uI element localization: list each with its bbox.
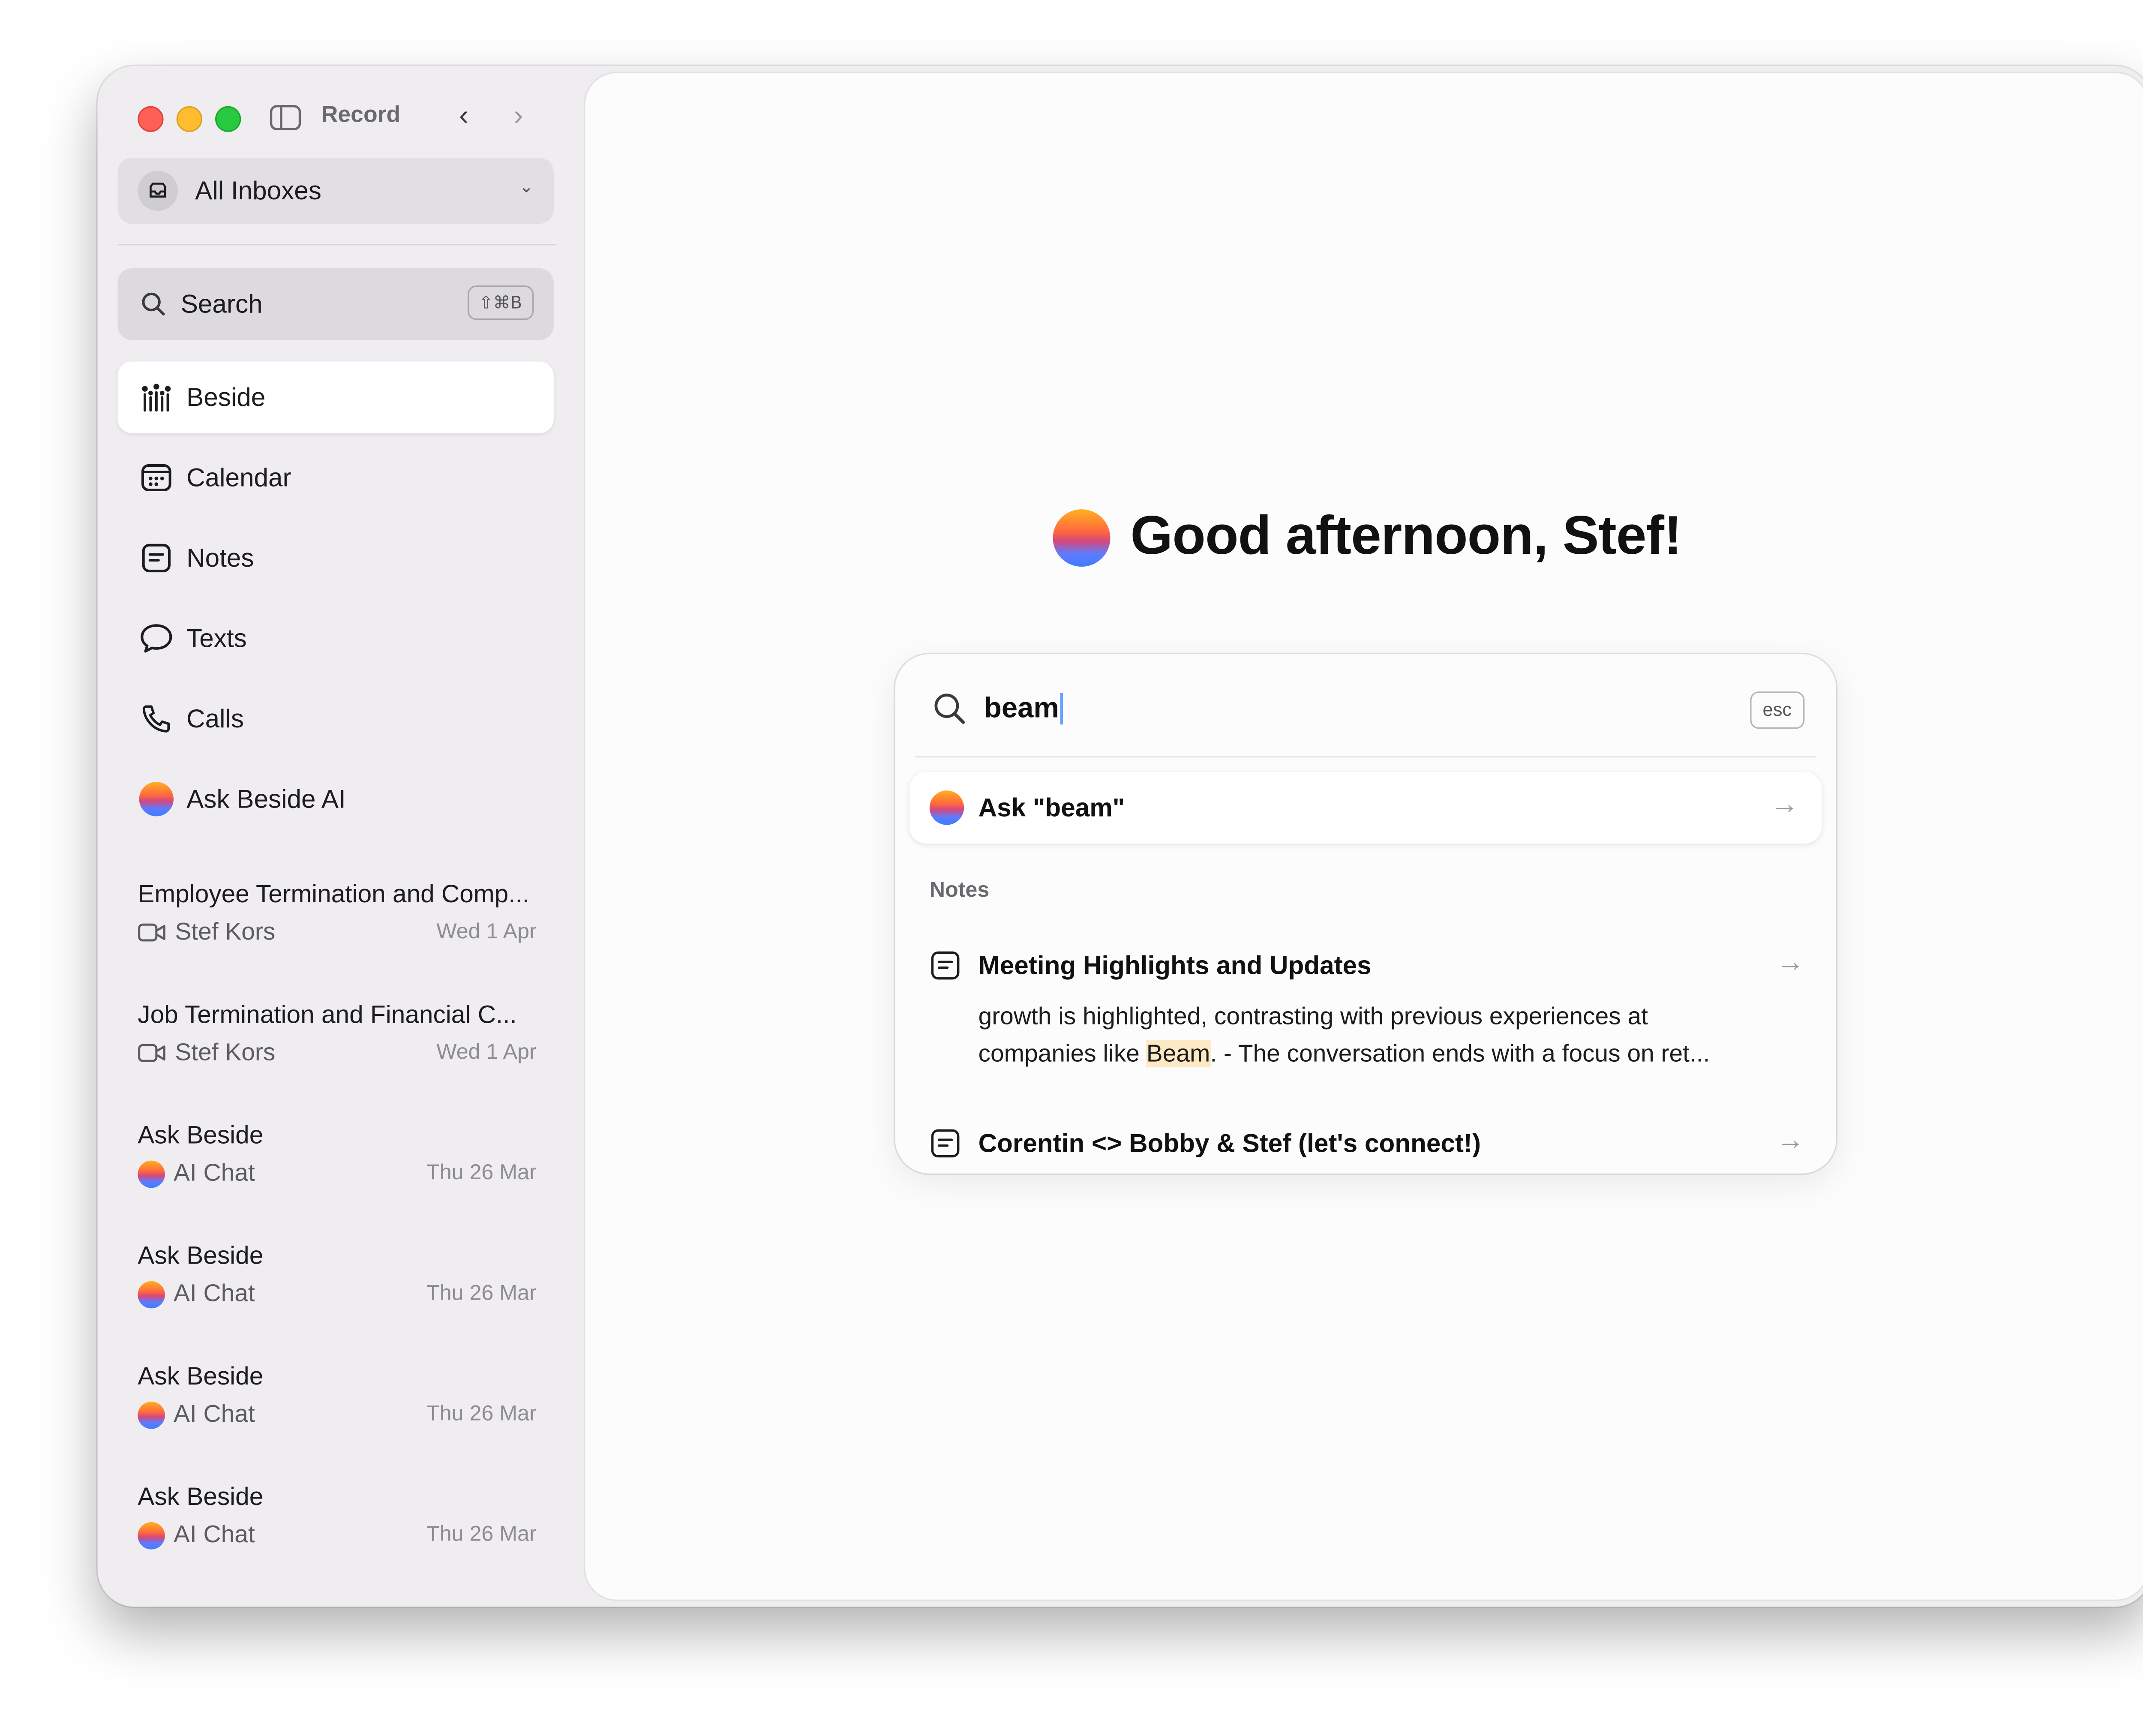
sidebar-item-notes[interactable]: Notes (117, 522, 553, 594)
arrow-right-icon: → (1770, 789, 1799, 821)
recent-item-subtitle: AI Chat (173, 1400, 255, 1428)
sidebar: Record ‹ › All Inboxes ⌄ Search ⇧⌘B Besi… (98, 66, 582, 1607)
search-result-item[interactable]: Corentin <> Bobby & Stef (let's connect!… (930, 1124, 1805, 1162)
recent-item-subtitle: Stef Kors (175, 1039, 276, 1066)
recent-item-date: Wed 1 Apr (436, 1040, 537, 1065)
people-grid-icon (138, 379, 175, 416)
calendar-icon (138, 459, 175, 496)
ai-orb-icon (929, 790, 964, 825)
search-icon (934, 694, 965, 724)
recent-item-subtitle: Stef Kors (175, 918, 276, 946)
palette-search-input[interactable]: beam (984, 692, 1063, 725)
recent-item-date: Thu 26 Mar (426, 1401, 537, 1426)
sidebar-item-label: Beside (186, 382, 266, 411)
arrow-right-icon: → (1776, 1124, 1805, 1156)
note-icon (138, 539, 175, 577)
recent-item-subtitle: AI Chat (173, 1159, 255, 1186)
ai-orb-icon (1053, 508, 1111, 566)
sidebar-item-beside[interactable]: Beside (117, 361, 554, 433)
app-window: Record ‹ › All Inboxes ⌄ Search ⇧⌘B Besi… (97, 66, 2143, 1607)
sidebar-item-label: Calendar (186, 463, 291, 492)
window-controls (138, 106, 241, 132)
sidebar-item-ask-beside-ai[interactable]: Ask Beside AI (117, 763, 553, 835)
arrow-right-icon: → (1776, 946, 1805, 979)
inbox-selector[interactable]: All Inboxes ⌄ (117, 158, 554, 224)
result-title: Meeting Highlights and Updates (978, 950, 1372, 979)
result-snippet: growth is highlighted, contrasting with … (978, 1003, 1710, 1068)
recent-item-title: Ask Beside (138, 1361, 264, 1391)
forward-arrow-icon[interactable]: › (513, 100, 523, 133)
note-icon (931, 1129, 960, 1158)
recent-item-title: Ask Beside (138, 1482, 264, 1511)
result-title: Corentin <> Bobby & Stef (let's connect!… (978, 1128, 1481, 1157)
chevron-down-icon: ⌄ (519, 176, 534, 197)
search-match-highlight: Beam (1146, 1040, 1210, 1068)
main-content: Good afternoon, Stef! beam esc Ask "beam… (585, 73, 2143, 1600)
recent-item-title: Ask Beside (138, 1120, 264, 1149)
recent-item[interactable]: Ask Beside AI Chat Thu 26 Mar (138, 1241, 537, 1308)
sidebar-item-label: Ask Beside AI (186, 784, 346, 813)
search-icon (142, 292, 165, 315)
recent-item[interactable]: Employee Termination and Comp... Stef Ko… (138, 880, 536, 947)
recent-item-title: Job Termination and Financial C... (138, 1000, 517, 1029)
recent-item[interactable]: Ask Beside AI Chat Thu 26 Mar (138, 1482, 537, 1549)
recent-item-subtitle: AI Chat (173, 1279, 255, 1307)
sidebar-item-label: Calls (186, 703, 244, 733)
recent-item-title: Ask Beside (138, 1241, 264, 1270)
search-label: Search (180, 289, 263, 318)
ai-orb-icon (138, 1401, 165, 1428)
video-icon (138, 1044, 165, 1062)
palette-divider (915, 756, 1816, 758)
recent-item[interactable]: Ask Beside AI Chat Thu 26 Mar (138, 1120, 537, 1188)
inbox-selector-label: All Inboxes (195, 175, 321, 204)
search-result-item[interactable]: Meeting Highlights and Updates → growth … (930, 946, 1805, 1073)
greeting-title: Good afternoon, Stef! (1130, 506, 1682, 567)
inbox-icon (138, 171, 178, 211)
recent-item-title: Employee Termination and Comp... (138, 879, 530, 908)
ai-orb-icon (138, 781, 175, 818)
sidebar-item-label: Texts (186, 623, 247, 652)
recent-item-date: Wed 1 Apr (436, 919, 537, 944)
ai-orb-icon (138, 1159, 165, 1187)
sidebar-item-calendar[interactable]: Calendar (117, 442, 553, 514)
back-arrow-icon[interactable]: ‹ (459, 100, 468, 133)
recent-item-date: Thu 26 Mar (426, 1281, 537, 1306)
sidebar-search[interactable]: Search ⇧⌘B (117, 268, 554, 340)
results-section-label: Notes (929, 878, 990, 903)
ask-query-label: Ask "beam" (978, 793, 1125, 822)
recent-item[interactable]: Ask Beside AI Chat Thu 26 Mar (138, 1361, 537, 1429)
command-palette: beam esc Ask "beam" → Notes Meeting High… (895, 654, 1837, 1174)
recent-item-date: Thu 26 Mar (426, 1522, 537, 1547)
sidebar-item-calls[interactable]: Calls (117, 683, 553, 754)
note-icon (931, 951, 960, 980)
recent-item-subtitle: AI Chat (173, 1520, 255, 1548)
phone-icon (138, 700, 175, 737)
sidebar-divider (117, 243, 557, 246)
ask-query-button[interactable]: Ask "beam" → (909, 772, 1822, 844)
search-shortcut-badge: ⇧⌘B (467, 285, 534, 320)
recent-item[interactable]: Job Termination and Financial C... Stef … (138, 1000, 536, 1067)
ai-orb-icon (138, 1521, 165, 1549)
sidebar-item-label: Notes (186, 543, 254, 572)
palette-search-field[interactable]: beam (932, 691, 1063, 726)
text-cursor (1060, 693, 1063, 725)
ai-orb-icon (138, 1280, 165, 1308)
chat-bubble-icon (138, 620, 175, 657)
zoom-window-button[interactable] (215, 106, 241, 132)
close-window-button[interactable] (138, 106, 164, 132)
record-button[interactable]: Record (321, 103, 400, 129)
esc-key-badge[interactable]: esc (1750, 691, 1805, 729)
greeting: Good afternoon, Stef! (1053, 506, 1682, 568)
sidebar-toggle-icon[interactable] (270, 103, 301, 132)
video-icon (138, 923, 165, 942)
minimize-window-button[interactable] (176, 106, 202, 132)
recent-item-date: Thu 26 Mar (426, 1160, 537, 1185)
sidebar-item-texts[interactable]: Texts (117, 603, 553, 674)
